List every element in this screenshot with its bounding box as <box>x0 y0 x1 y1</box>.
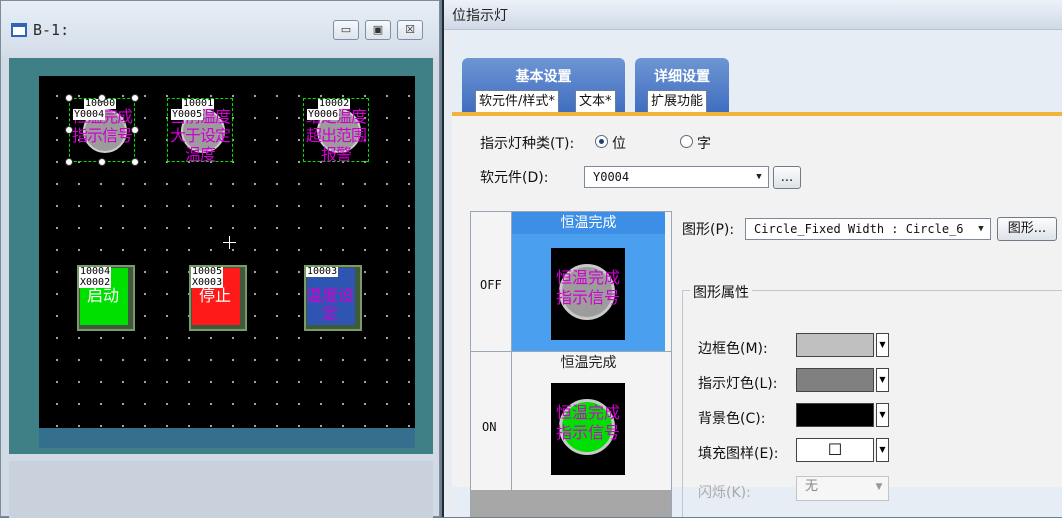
tab-group-label: 详细设置 <box>654 69 710 85</box>
radio-bit-label: 位 <box>612 136 626 152</box>
crosshair-cursor-icon <box>229 236 230 249</box>
tab-group-basic[interactable]: 基本设置 软元件/样式* 文本* <box>462 58 625 114</box>
preview-scroll-area <box>471 490 671 517</box>
shape-button[interactable]: 图形... <box>997 217 1057 241</box>
resize-handle[interactable] <box>131 94 139 102</box>
resize-handle[interactable] <box>65 126 73 134</box>
chevron-down-icon[interactable]: ▼ <box>876 403 889 427</box>
object-number: 10004 <box>79 266 112 277</box>
resize-handle[interactable] <box>131 126 139 134</box>
off-row-label: OFF <box>480 278 502 292</box>
shape-select[interactable]: Circle_Fixed Width : Circle_6 ▼ <box>745 218 991 240</box>
off-preview-image: 恒温完成指示信号 <box>551 248 625 340</box>
object-number: 10001 <box>182 98 215 109</box>
screen-title: B-1: <box>33 21 70 39</box>
on-state-header[interactable]: 恒温完成 <box>512 352 665 374</box>
tab-text[interactable]: 文本* <box>575 90 616 114</box>
chevron-down-icon[interactable]: ▼ <box>972 219 990 239</box>
device-input[interactable]: Y0004 ▼ <box>584 166 769 188</box>
object-number: 10002 <box>318 98 351 109</box>
switch-temp-setting[interactable]: 温度设定 10003 <box>304 265 362 331</box>
minimize-button[interactable]: ▭ <box>333 20 359 40</box>
radio-bit[interactable] <box>595 135 608 148</box>
switch-text: 停止 <box>198 286 231 305</box>
device-label: Y0004 <box>73 109 106 120</box>
tab-group-label: 基本设置 <box>515 69 572 85</box>
switch-start[interactable]: 启动 10004 X0002 <box>77 265 135 331</box>
bit-lamp[interactable]: 恒温完成指示信号 10000 Y0004 <box>65 94 139 166</box>
radio-word[interactable] <box>680 135 693 148</box>
lamp-type-label: 指示灯种类(T): <box>480 136 575 152</box>
blink-select: 无 ▼ <box>796 476 889 501</box>
close-button[interactable]: ☒ <box>397 20 423 40</box>
chevron-down-icon: ▼ <box>875 482 883 492</box>
switch-stop[interactable]: 停止 10005 X0003 <box>189 265 247 331</box>
off-state-header[interactable]: 恒温完成 <box>512 212 665 234</box>
tab-extended[interactable]: 扩展功能 <box>647 90 708 114</box>
resize-handle[interactable] <box>98 94 106 102</box>
preview-text: 恒温完成指示信号 <box>555 268 620 307</box>
device-label: X0003 <box>191 277 224 288</box>
screen-title-bar: B-1: ▭ ▣ ☒ <box>1 1 439 57</box>
lamp-color-label: 指示灯色(L): <box>698 376 778 392</box>
screen-editor-window: B-1: ▭ ▣ ☒ 恒温完成指示信号 10000 Y0004 当前温度大于设定… <box>0 0 440 518</box>
chevron-down-icon[interactable]: ▼ <box>750 167 768 187</box>
chevron-down-icon[interactable]: ▼ <box>876 333 889 357</box>
device-browse-button[interactable]: ... <box>773 166 801 189</box>
blink-value: 无 <box>805 479 819 494</box>
blink-label: 闪烁(K): <box>698 485 751 501</box>
bit-lamp[interactable]: 给定温度超出范围报警 10002 Y0006 <box>303 98 369 164</box>
border-color-label: 边框色(M): <box>698 341 768 357</box>
switch-text: 启动 <box>86 286 119 305</box>
resize-handle[interactable] <box>131 158 139 166</box>
status-area <box>9 461 433 518</box>
radio-word-label: 字 <box>697 136 711 152</box>
resize-handle[interactable] <box>98 158 106 166</box>
device-label: Y0005 <box>171 109 204 120</box>
canvas-margin <box>39 428 415 448</box>
object-number: 10003 <box>306 266 339 277</box>
bit-lamp[interactable]: 当前温度大于设定温度 10001 Y0005 <box>167 98 233 164</box>
bg-color-swatch[interactable] <box>796 403 874 427</box>
maximize-button[interactable]: ▣ <box>365 20 391 40</box>
device-label: 软元件(D): <box>480 170 549 186</box>
chevron-down-icon[interactable]: ▼ <box>876 438 889 462</box>
object-number: 10005 <box>191 266 224 277</box>
preview-text: 恒温完成指示信号 <box>555 403 620 442</box>
resize-handle[interactable] <box>65 158 73 166</box>
fill-pattern-swatch[interactable]: ☐ <box>796 438 874 462</box>
on-row-label: ON <box>482 420 497 434</box>
shape-value: Circle_Fixed Width : Circle_6 <box>754 222 964 236</box>
lamp-color-swatch[interactable] <box>796 368 874 392</box>
on-preview-image: 恒温完成指示信号 <box>551 383 625 475</box>
device-label: Y0006 <box>307 109 340 120</box>
device-value: Y0004 <box>593 170 630 184</box>
device-label: X0002 <box>79 277 112 288</box>
chevron-down-icon[interactable]: ▼ <box>876 368 889 392</box>
border-color-swatch[interactable] <box>796 333 874 357</box>
fill-pattern-label: 填充图样(E): <box>698 446 779 462</box>
bg-color-label: 背景色(C): <box>698 411 766 427</box>
switch-text: 温度设定 <box>306 286 355 323</box>
tab-device-style[interactable]: 软元件/样式* <box>475 90 559 114</box>
shape-label: 图形(P): <box>682 222 735 238</box>
window-icon <box>11 23 27 37</box>
dialog-title: 位指示灯 <box>452 8 508 24</box>
dialog-title-bar: 位指示灯 <box>444 0 1062 30</box>
properties-title: 图形属性 <box>690 282 752 302</box>
tab-group-detail[interactable]: 详细设置 扩展功能 <box>635 58 729 114</box>
resize-handle[interactable] <box>65 94 73 102</box>
